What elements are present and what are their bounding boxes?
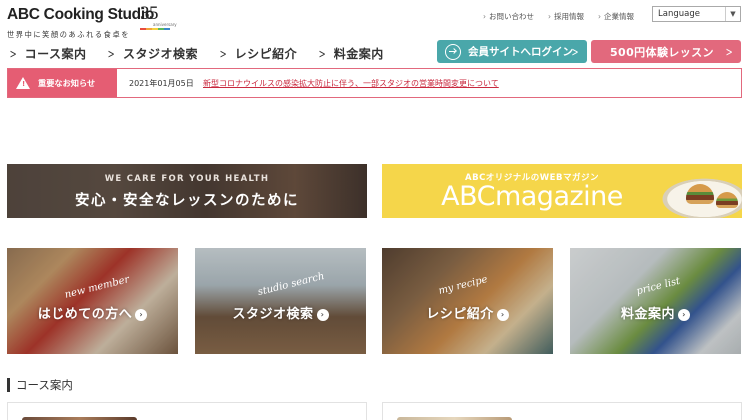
language-select-value: Language [658,9,700,19]
course-card[interactable] [7,402,367,420]
arrow-circle-icon: › [135,309,148,321]
trial-lesson-label: 500円体験レッスン [610,45,714,59]
tile-label: 料金案内 › [570,303,741,322]
course-card[interactable] [382,402,742,420]
logo-anniversary-sub: anniversary [153,22,177,27]
arrow-circle-icon: › [316,309,329,321]
arrow-circle-icon: › [496,309,509,321]
utility-links: › お問い合わせ › 採用情報 › 企業情報 [483,11,634,22]
nav-item-course[interactable]: > コース案内 [8,45,86,62]
tile-studio-search[interactable]: studio search スタジオ検索 › [195,248,366,354]
notice-date: 2021年01月05日 [129,79,194,88]
safety-banner[interactable]: WE CARE FOR YOUR HEALTH 安心・安全なレッスンのために [7,164,367,218]
tile-script-text: studio search [256,270,326,299]
member-login-button[interactable]: 会員サイトへログイン > [437,40,587,63]
login-icon [445,43,461,60]
important-notice: ! 重要なお知らせ 2021年01月05日 新型コロナウイルスの感染拡大防止に伴… [7,68,742,98]
chevron-right-icon: > [9,47,17,61]
logo-text: ABC Cooking Studio [7,6,154,23]
section-title-course: コース案内 [7,378,73,392]
chevron-down-icon: ▼ [725,7,740,21]
warning-icon: ! [16,77,30,89]
logo-color-stripe [140,28,170,30]
chevron-right-icon: > [219,47,228,61]
tile-script-text: my recipe [437,274,489,297]
tile-price[interactable]: price list 料金案内 › [570,248,741,354]
notice-link[interactable]: 新型コロナウイルスの感染拡大防止に伴う、一部スタジオの営業時間変更について [203,78,499,89]
nav-item-studio-search[interactable]: > スタジオ検索 [106,45,198,62]
main-nav: > コース案内 > スタジオ検索 > レシピ紹介 > 料金案内 [8,45,404,62]
magazine-banner-title: ABCmagazine [441,181,623,212]
arrow-circle-icon: › [678,309,690,321]
notice-label: 重要なお知らせ [38,78,96,88]
nav-item-price[interactable]: > 料金案内 [317,45,384,62]
util-link-contact[interactable]: › お問い合わせ [483,11,534,22]
tile-label: スタジオ検索 › [195,303,366,322]
tile-script-text: new member [63,274,131,301]
tile-recipe[interactable]: my recipe レシピ紹介 › [382,248,553,354]
chevron-right-icon: › [598,12,601,21]
trial-lesson-button[interactable]: 500円体験レッスン > [591,40,741,63]
notice-label-box: ! 重要なお知らせ [8,69,117,97]
safety-banner-title: 安心・安全なレッスンのために [75,193,299,209]
logo[interactable]: ABC Cooking Studio 35 anniversary 世界中に笑顔… [7,3,177,40]
logo-tagline: 世界中に笑顔のあふれる食卓を [7,30,131,39]
tile-label: レシピ紹介 › [382,303,553,322]
tile-label: はじめての方へ › [7,303,178,322]
safety-banner-sub: WE CARE FOR YOUR HEALTH [104,174,270,184]
tile-new-member[interactable]: new member はじめての方へ › [7,248,178,354]
magazine-banner[interactable]: ABCオリジナルのWEBマガジン ABCmagazine [382,164,742,218]
chevron-right-icon: > [108,47,116,61]
member-login-label: 会員サイトへログイン [468,46,573,58]
nav-item-recipe[interactable]: > レシピ紹介 [218,45,297,62]
chevron-right-icon: › [548,12,551,21]
burger-image [716,192,738,208]
chevron-right-icon: › [483,12,486,21]
chevron-right-icon: > [725,44,733,59]
tile-script-text: price list [635,275,682,298]
util-link-company[interactable]: › 企業情報 [598,11,634,22]
util-link-recruit[interactable]: › 採用情報 [548,11,584,22]
chevron-right-icon: > [318,47,327,61]
burger-image [686,184,714,204]
language-select[interactable]: Language ▼ [652,6,741,22]
chevron-right-icon: > [571,44,579,59]
